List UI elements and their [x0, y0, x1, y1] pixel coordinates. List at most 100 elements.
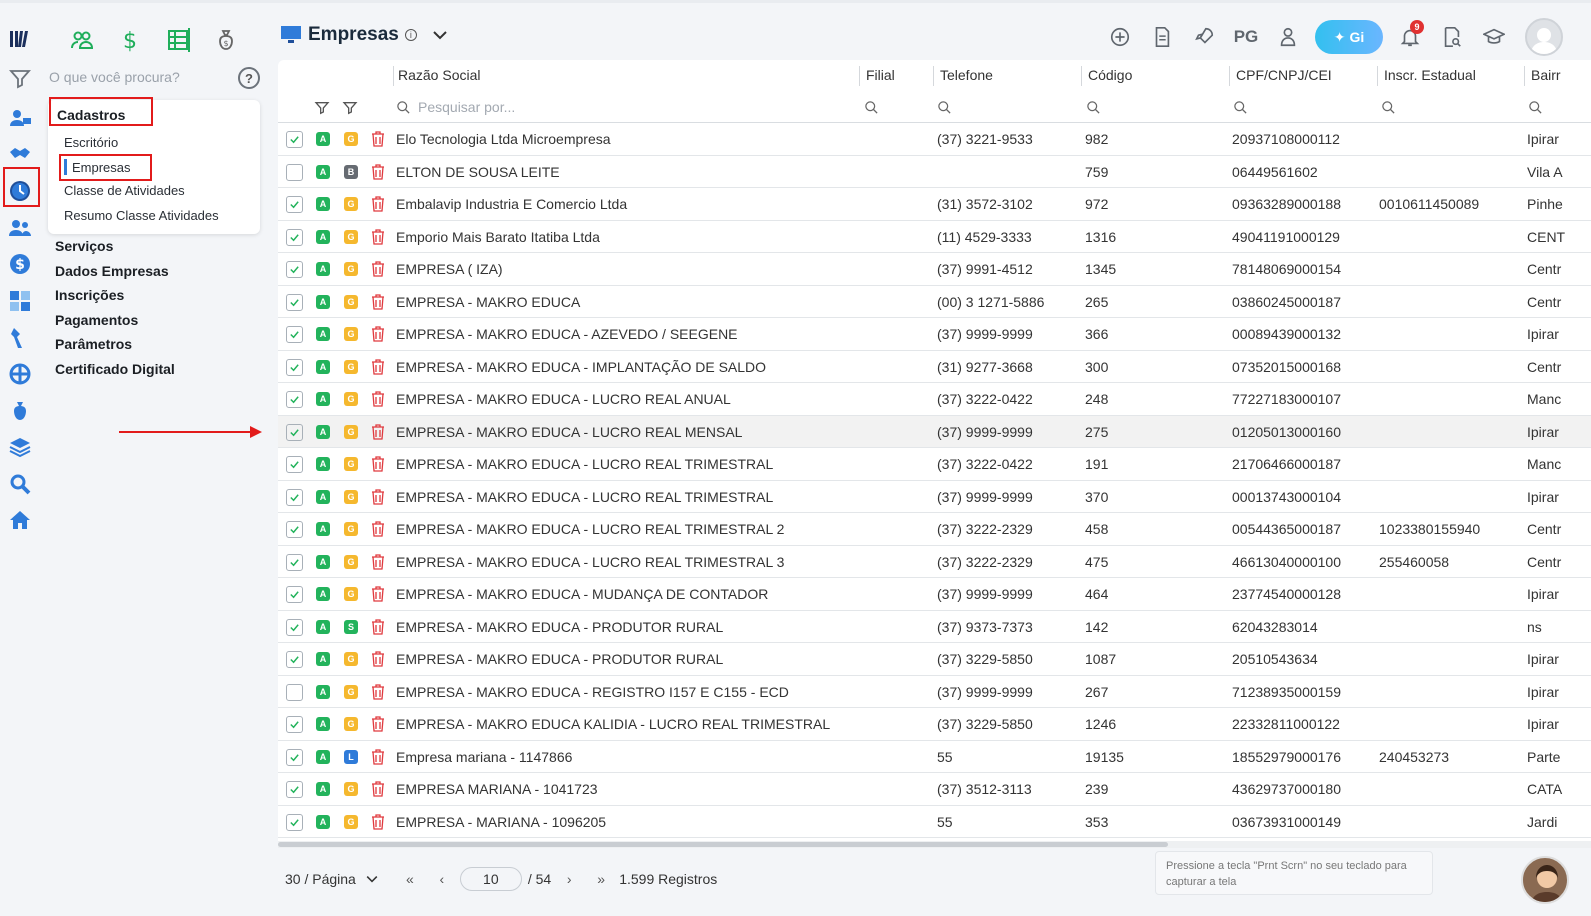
row-checkbox[interactable]	[286, 488, 303, 506]
table-row[interactable]: A G EMPRESA - MAKRO EDUCA - LUCRO REAL ANU…	[278, 383, 1591, 416]
gi-assistant-button[interactable]: ✦ Gi	[1315, 20, 1383, 54]
network-icon[interactable]	[6, 360, 34, 388]
row-checkbox[interactable]	[286, 748, 303, 766]
table-row[interactable]: A G EMPRESA - MAKRO EDUCA - PRODUTOR RURAL…	[278, 643, 1591, 676]
menu-dados-empresas[interactable]: Dados Empresas	[55, 263, 169, 279]
table-row[interactable]: A G EMPRESA - MAKRO EDUCA - LUCRO REAL TRI…	[278, 481, 1591, 513]
finance-app-icon[interactable]: $	[106, 22, 154, 58]
trash-icon[interactable]	[371, 163, 385, 180]
report-search-icon[interactable]	[1431, 19, 1473, 55]
pen-icon[interactable]	[6, 324, 34, 352]
people-app-icon[interactable]	[58, 22, 106, 58]
trash-icon[interactable]	[371, 326, 385, 342]
row-checkbox[interactable]	[286, 813, 303, 831]
money-bag-icon[interactable]	[6, 397, 34, 425]
table-row[interactable]: A G EMPRESA - MAKRO EDUCA - LUCRO REAL TRI…	[278, 513, 1591, 546]
table-row[interactable]: A G EMPRESA MARIANA - 1041723 (37) 3512-311…	[278, 773, 1591, 806]
menu-item-escritorio[interactable]: Escritório	[64, 135, 118, 150]
layers-icon[interactable]	[6, 433, 34, 461]
user-card-icon[interactable]	[6, 104, 34, 132]
filter-icon[interactable]	[6, 65, 34, 93]
per-page-select[interactable]: 30 / Página	[285, 871, 356, 887]
add-icon[interactable]	[1099, 19, 1141, 55]
table-row[interactable]: A G EMPRESA - MAKRO EDUCA (00) 3 1271-5886 2…	[278, 286, 1591, 318]
table-row[interactable]: A G Embalavip Industria E Comercio Ltda (31…	[278, 188, 1591, 221]
trash-icon[interactable]	[371, 456, 385, 472]
table-row[interactable]: A G EMPRESA ( IZA) (37) 9991-4512 1345 781480…	[278, 253, 1591, 286]
search-icon[interactable]	[1381, 100, 1396, 115]
col-header-bairro[interactable]: Bairr	[1531, 60, 1561, 90]
info-icon[interactable]: i	[404, 29, 417, 41]
table-row[interactable]: A G EMPRESA - MAKRO EDUCA - LUCRO REAL TRI…	[278, 448, 1591, 481]
table-row[interactable]: A G EMPRESA - MAKRO EDUCA - LUCRO REAL TRI…	[278, 546, 1591, 578]
users-icon[interactable]	[6, 214, 34, 242]
row-checkbox[interactable]	[286, 553, 303, 571]
user-avatar[interactable]	[1525, 18, 1563, 56]
row-checkbox[interactable]	[286, 651, 303, 668]
row-checkbox[interactable]	[286, 716, 303, 733]
row-checkbox[interactable]	[286, 423, 303, 441]
bell-icon[interactable]: 9	[1389, 19, 1431, 55]
row-checkbox[interactable]	[286, 618, 303, 636]
trash-icon[interactable]	[371, 358, 385, 375]
trash-icon[interactable]	[371, 131, 385, 147]
person-icon[interactable]	[1267, 19, 1309, 55]
col-header-codigo[interactable]: Código	[1088, 60, 1132, 90]
table-row[interactable]: A L Empresa mariana - 1147866 55 19135 185529…	[278, 741, 1591, 773]
menu-inscricoes[interactable]: Inscrições	[55, 287, 124, 303]
row-checkbox[interactable]	[286, 261, 303, 278]
trash-icon[interactable]	[371, 228, 385, 245]
table-row[interactable]: A S EMPRESA - MAKRO EDUCA - PRODUTOR RURAL…	[278, 611, 1591, 643]
col-header-razao-social[interactable]: Razão Social	[398, 60, 481, 90]
trash-icon[interactable]	[371, 196, 385, 212]
row-checkbox[interactable]	[286, 228, 303, 246]
chevron-down-icon[interactable]	[433, 30, 447, 40]
row-checkbox[interactable]	[286, 391, 303, 408]
search-icon[interactable]	[937, 100, 952, 115]
trash-icon[interactable]	[371, 521, 385, 537]
money-bag-app-icon[interactable]: $	[202, 22, 250, 58]
trash-icon[interactable]	[371, 781, 385, 797]
row-checkbox[interactable]	[286, 521, 303, 538]
trash-icon[interactable]	[371, 683, 385, 700]
razao-search-input[interactable]: Pesquisar por...	[418, 99, 515, 115]
row-checkbox[interactable]	[286, 326, 303, 343]
menu-item-classe-atividades[interactable]: Classe de Atividades	[64, 183, 185, 198]
menu-pagamentos[interactable]: Pagamentos	[55, 312, 138, 328]
row-checkbox[interactable]	[286, 131, 303, 148]
col-header-inscr-estadual[interactable]: Inscr. Estadual	[1384, 60, 1476, 90]
search-icon[interactable]	[1233, 100, 1248, 115]
calculator-icon[interactable]	[6, 287, 34, 315]
menu-parametros[interactable]: Parâmetros	[55, 336, 132, 352]
support-avatar[interactable]	[1521, 856, 1569, 904]
trash-icon[interactable]	[371, 553, 385, 570]
rocket-icon[interactable]	[1183, 19, 1225, 55]
spreadsheet-app-icon[interactable]	[154, 22, 202, 58]
document-icon[interactable]	[1141, 19, 1183, 55]
col-header-telefone[interactable]: Telefone	[940, 60, 993, 90]
table-row[interactable]: A G EMPRESA - MAKRO EDUCA - REGISTRO I157 …	[278, 676, 1591, 708]
trash-icon[interactable]	[371, 488, 385, 505]
logo-icon[interactable]	[6, 25, 34, 53]
trash-icon[interactable]	[371, 618, 385, 635]
graduation-cap-icon[interactable]	[1473, 19, 1515, 55]
col-header-cnpj[interactable]: CPF/CNPJ/CEI	[1236, 60, 1332, 90]
first-page-icon[interactable]: «	[398, 871, 422, 887]
row-checkbox[interactable]	[286, 358, 303, 376]
table-row[interactable]: A G EMPRESA - MARIANA - 1096205 55 353 036739…	[278, 806, 1591, 838]
row-checkbox[interactable]	[286, 586, 303, 603]
row-checkbox[interactable]	[286, 163, 303, 181]
next-page-icon[interactable]: ›	[557, 871, 581, 887]
chevron-down-icon[interactable]	[366, 875, 378, 883]
search-icon[interactable]	[6, 470, 34, 498]
row-checkbox[interactable]	[286, 196, 303, 213]
trash-icon[interactable]	[371, 813, 385, 830]
search-icon[interactable]	[1086, 100, 1101, 115]
scrollbar-thumb[interactable]	[278, 842, 1168, 847]
search-icon[interactable]	[864, 100, 879, 115]
advanced-filter-icon[interactable]	[342, 100, 358, 116]
search-icon[interactable]	[1528, 100, 1543, 115]
row-checkbox[interactable]	[286, 456, 303, 473]
table-row[interactable]: A G EMPRESA - MAKRO EDUCA - AZEVEDO / SEEG…	[278, 318, 1591, 351]
trash-icon[interactable]	[371, 391, 385, 407]
